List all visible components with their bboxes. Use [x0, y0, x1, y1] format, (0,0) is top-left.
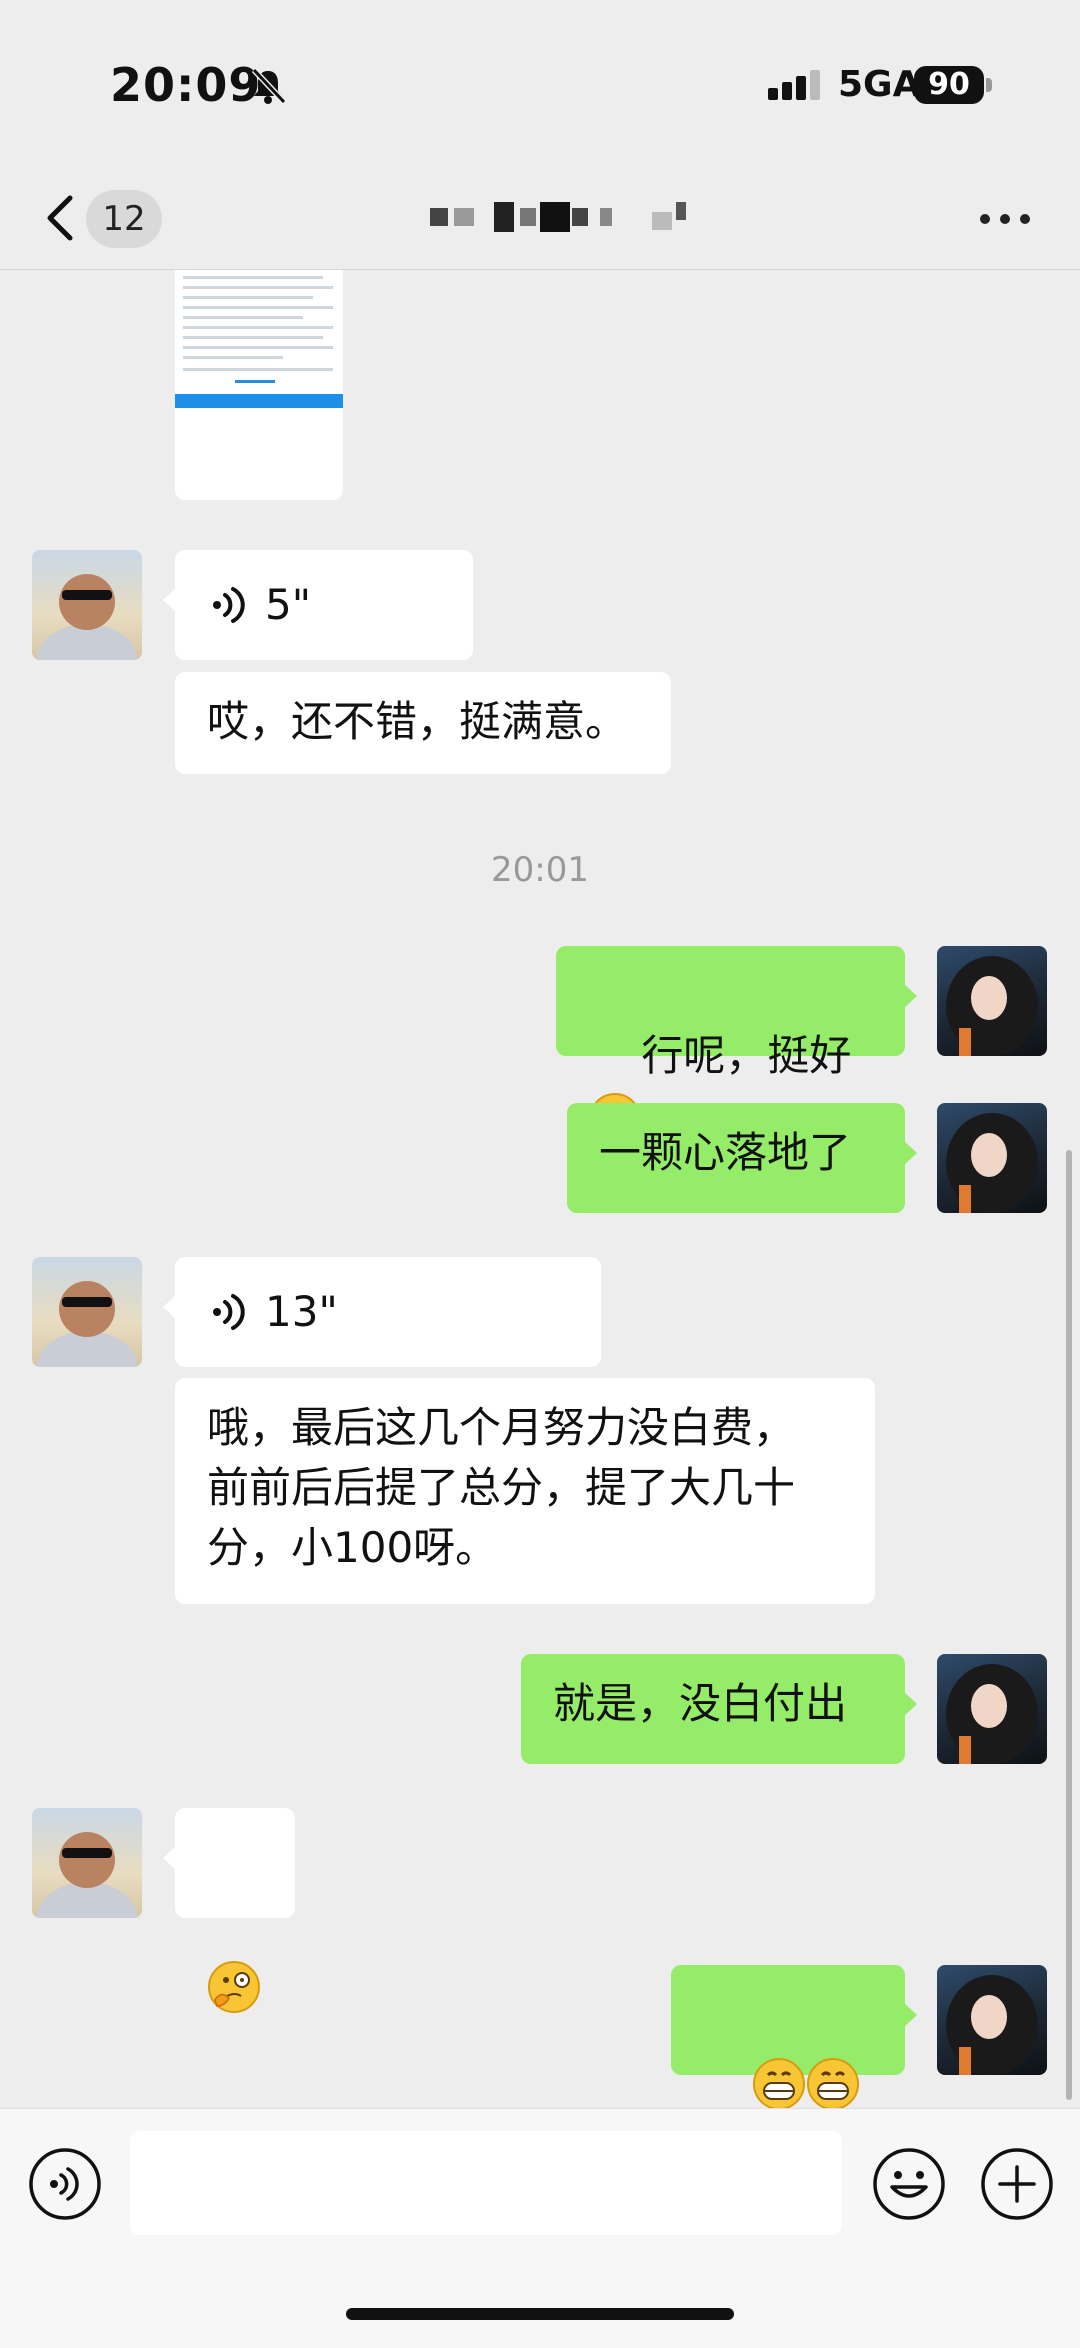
text-message[interactable]: 哎，还不错，挺满意。	[175, 672, 671, 774]
message-text-field[interactable]	[130, 2131, 842, 2235]
chat-header: 12	[0, 170, 1080, 270]
thinking-emoji	[208, 1960, 260, 2013]
contact-avatar[interactable]	[32, 550, 142, 660]
more-options-button[interactable]	[978, 206, 1032, 230]
time-divider: 20:01	[491, 850, 589, 890]
network-type: 5GA	[838, 64, 921, 105]
emoji-message[interactable]	[163, 1808, 295, 2013]
scroll-indicator[interactable]	[1066, 1150, 1072, 2100]
voice-message[interactable]: 5"	[163, 550, 473, 660]
signal-icon	[768, 70, 820, 100]
my-avatar[interactable]	[937, 1103, 1047, 1213]
emoji-message[interactable]	[671, 1965, 917, 2108]
voice-message[interactable]: 13"	[163, 1257, 601, 1367]
voice-wave-icon	[213, 1294, 245, 1330]
voice-wave-icon	[213, 587, 245, 623]
text-message[interactable]: 就是，没白付出	[521, 1654, 917, 1764]
voice-input-button[interactable]	[28, 2147, 102, 2221]
message-list[interactable]: 5" 哎，还不错，挺满意。 20:01 行呢，挺好 一颗心落地了 13" 哦，最…	[0, 270, 1080, 2108]
contact-avatar[interactable]	[32, 1808, 142, 1918]
back-arrow-icon[interactable]	[40, 188, 80, 248]
contact-avatar[interactable]	[32, 1257, 142, 1367]
grin-emoji	[807, 2057, 860, 2108]
my-avatar[interactable]	[937, 1654, 1047, 1764]
message-text: 行呢，挺好	[641, 1031, 852, 1080]
status-time: 20:09	[110, 58, 262, 112]
bell-muted-icon	[251, 67, 287, 105]
image-message-thumbnail[interactable]	[175, 270, 343, 500]
text-message[interactable]: 行呢，挺好	[556, 946, 917, 1145]
emoji-picker-button[interactable]	[872, 2147, 946, 2221]
voice-duration: 13"	[265, 1287, 338, 1336]
text-message[interactable]: 一颗心落地了	[567, 1103, 917, 1213]
status-bar: 20:09 5GA 90	[0, 0, 1080, 170]
home-indicator[interactable]	[346, 2308, 734, 2320]
my-avatar[interactable]	[937, 946, 1047, 1056]
text-message[interactable]: 哦，最后这几个月努力没白费， 前前后后提了总分，提了大几十 分，小100呀。	[175, 1378, 875, 1604]
my-avatar[interactable]	[937, 1965, 1047, 2075]
more-actions-button[interactable]	[980, 2147, 1054, 2221]
unread-count-badge[interactable]: 12	[86, 190, 162, 248]
battery-level: 90	[914, 66, 984, 104]
voice-duration: 5"	[265, 580, 312, 629]
battery-tip	[986, 78, 992, 92]
grin-emoji	[753, 2057, 806, 2108]
contact-name-pixelated	[420, 192, 690, 242]
